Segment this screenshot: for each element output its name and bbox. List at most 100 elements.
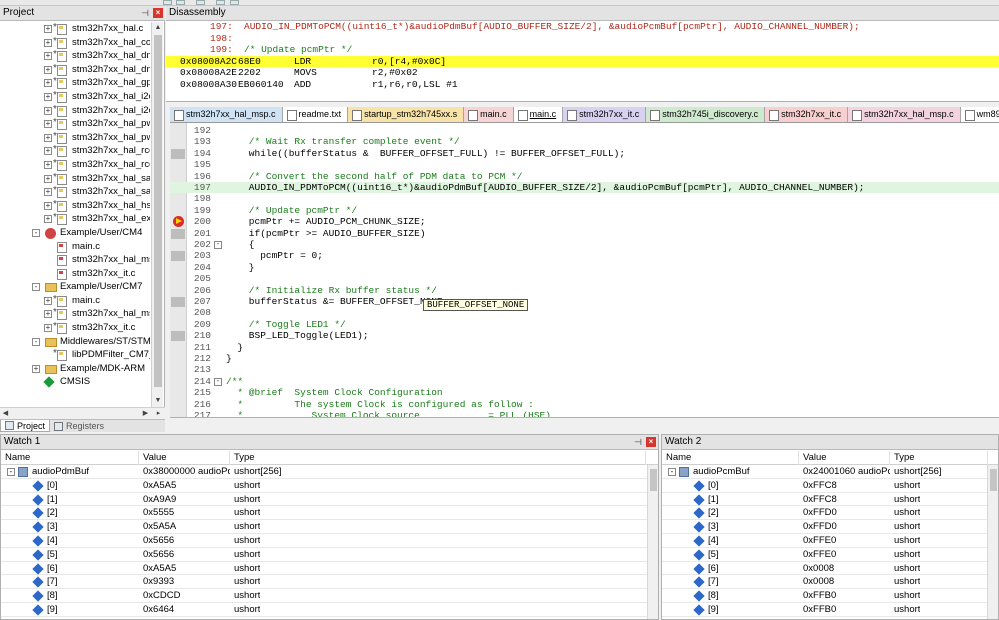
- collapse-icon[interactable]: -: [32, 337, 40, 346]
- watch-item-row[interactable]: [7] 0x9393 ushort: [1, 575, 658, 590]
- watch-item-row[interactable]: [5] 0x5656 ushort: [1, 548, 658, 562]
- expand-icon[interactable]: +: [44, 38, 52, 47]
- code-line[interactable]: 199 /* Update pcmPtr */: [170, 205, 999, 216]
- code-line[interactable]: 207 bufferStatus &= BUFFER_OFFSET_NONE;: [170, 296, 999, 307]
- watch-value[interactable]: 0x24001060 audioPcm...: [803, 465, 890, 479]
- scrollbar-thumb[interactable]: [154, 35, 162, 387]
- scroll-left-icon[interactable]: ◀: [0, 408, 11, 419]
- code-line[interactable]: 195: [170, 159, 999, 170]
- watch-item-row[interactable]: [5] 0xFFE0 ushort: [662, 548, 998, 562]
- watch-value[interactable]: 0xFFC8: [803, 479, 837, 493]
- expand-icon[interactable]: +: [44, 92, 52, 101]
- column-header-value[interactable]: Value: [139, 451, 230, 465]
- pin-icon[interactable]: ⊣: [633, 436, 643, 448]
- expand-icon[interactable]: +: [44, 174, 52, 183]
- code-line[interactable]: 205: [170, 273, 999, 284]
- tree-item[interactable]: + stm32h7xx_hal_i2c_ex: [0, 103, 150, 118]
- toolbar-button[interactable]: [230, 0, 239, 5]
- toolbar-button[interactable]: [216, 0, 225, 5]
- asm-line[interactable]: 0x08008A30 EB060140 ADD r1,r6,r0,LSL #1: [166, 79, 999, 91]
- expand-icon[interactable]: +: [32, 364, 40, 373]
- watch-value[interactable]: 0x9393: [143, 575, 174, 589]
- expand-icon[interactable]: +: [44, 201, 52, 210]
- watch-item-row[interactable]: [3] 0xFFD0 ushort: [662, 520, 998, 534]
- toolbar-button[interactable]: [196, 0, 205, 5]
- watch-item-row[interactable]: [1] 0xFFC8 ushort: [662, 493, 998, 507]
- collapse-icon[interactable]: -: [32, 283, 40, 292]
- tree-item[interactable]: + stm32h7xx_hal_sai.c: [0, 171, 150, 186]
- tree-item[interactable]: + stm32h7xx_hal_i2c.c: [0, 89, 150, 104]
- pin-icon[interactable]: ⊣: [140, 7, 150, 19]
- scroll-up-icon[interactable]: ▲: [152, 22, 164, 34]
- expand-icon[interactable]: +: [44, 106, 52, 115]
- fold-toggle-icon[interactable]: -: [214, 377, 222, 386]
- editor-tab[interactable]: stm32h7xx_it.c: [765, 107, 849, 122]
- code-line[interactable]: 217 * System Clock source = PLL (HSE): [170, 410, 999, 417]
- collapse-icon[interactable]: -: [7, 468, 15, 476]
- tree-item[interactable]: + stm32h7xx_hal.c: [0, 22, 150, 36]
- tree-item[interactable]: stm32h7xx_it.c: [0, 267, 150, 281]
- tree-item[interactable]: + stm32h7xx_it.c: [0, 320, 150, 335]
- tree-item[interactable]: + Example/MDK-ARM: [0, 362, 150, 376]
- watch-value[interactable]: 0xFFB0: [803, 603, 836, 617]
- watch-value[interactable]: 0xA5A5: [143, 562, 176, 576]
- watch-item-row[interactable]: [0] 0xFFC8 ushort: [662, 479, 998, 493]
- code-line[interactable]: 192: [170, 125, 999, 136]
- code-line[interactable]: 197 AUDIO_IN_PDMToPCM((uint16_t*)&audioP…: [170, 182, 999, 194]
- code-line[interactable]: 212}: [170, 353, 999, 364]
- watch-value[interactable]: 0xFFC8: [803, 493, 837, 507]
- watch2-scrollbar[interactable]: [987, 465, 998, 619]
- watch-item-row[interactable]: [6] 0xA5A5 ushort: [1, 562, 658, 576]
- toolbar-button[interactable]: [176, 0, 185, 5]
- expand-icon[interactable]: +: [44, 147, 52, 156]
- tree-item[interactable]: main.c: [0, 240, 150, 254]
- tab-registers[interactable]: Registers: [50, 420, 108, 432]
- code-line[interactable]: 213: [170, 364, 999, 375]
- watch-value[interactable]: 0xA5A5: [143, 479, 176, 493]
- tab-project[interactable]: Project: [0, 420, 51, 432]
- code-line[interactable]: 214-/**: [170, 376, 999, 387]
- watch-value[interactable]: 0x6464: [143, 603, 174, 617]
- expand-icon[interactable]: +: [44, 160, 52, 169]
- tree-item[interactable]: + stm32h7xx_hal_gpio.c: [0, 75, 150, 90]
- watch-value[interactable]: 0xFFE0: [803, 534, 836, 548]
- tree-item[interactable]: + stm32h7xx_hal_pwr.c: [0, 116, 150, 131]
- watch-value[interactable]: 0x5656: [143, 548, 174, 562]
- expand-icon[interactable]: +: [44, 215, 52, 224]
- watch-value[interactable]: 0xFFB0: [803, 589, 836, 603]
- tree-item[interactable]: + stm32h7xx_hal_sai_ex: [0, 184, 150, 199]
- column-header-type[interactable]: Type: [890, 451, 988, 465]
- tree-item[interactable]: stm32h7xx_hal_msp.c: [0, 253, 150, 267]
- tree-item[interactable]: + stm32h7xx_hal_msp.c: [0, 306, 150, 321]
- tree-item[interactable]: libPDMFilter_CM7_Ke: [0, 347, 150, 362]
- watch-value[interactable]: 0x5656: [143, 534, 174, 548]
- code-line[interactable]: 201 if(pcmPtr >= AUDIO_BUFFER_SIZE): [170, 228, 999, 239]
- watch-value[interactable]: 0x0008: [803, 575, 834, 589]
- code-line[interactable]: 203 pcmPtr = 0;: [170, 250, 999, 261]
- expand-icon[interactable]: +: [44, 310, 52, 319]
- expand-icon[interactable]: +: [44, 25, 52, 33]
- expand-icon[interactable]: +: [44, 65, 52, 74]
- expand-icon[interactable]: +: [44, 324, 52, 333]
- code-line[interactable]: 211 }: [170, 342, 999, 353]
- tree-item[interactable]: + stm32h7xx_hal_cortex: [0, 35, 150, 50]
- watch-value[interactable]: 0xCDCD: [143, 589, 180, 603]
- tree-item[interactable]: + stm32h7xx_hal_dma_e: [0, 62, 150, 77]
- watch-item-row[interactable]: [9] 0x6464 ushort: [1, 603, 658, 617]
- watch-value[interactable]: 0xFFE0: [803, 548, 836, 562]
- code-line[interactable]: 215 * @brief System Clock Configuration: [170, 387, 999, 398]
- watch-item-row[interactable]: [0] 0xA5A5 ushort: [1, 479, 658, 493]
- watch-value[interactable]: 0xFFD0: [803, 506, 837, 520]
- editor-tab[interactable]: startup_stm32h745xx.s: [348, 107, 465, 122]
- tree-item[interactable]: + stm32h7xx_hal_pwr_e: [0, 130, 150, 145]
- watch-item-row[interactable]: [8] 0xCDCD ushort: [1, 589, 658, 603]
- expand-icon[interactable]: +: [44, 120, 52, 129]
- editor-tab[interactable]: main.c: [464, 107, 514, 122]
- code-line[interactable]: 209 /* Toggle LED1 */: [170, 319, 999, 330]
- watch-value[interactable]: 0x5555: [143, 506, 174, 520]
- asm-line[interactable]: 0x08008A2C 68E0 LDR r0,[r4,#0x0C]: [166, 55, 999, 67]
- watch-item-row[interactable]: [7] 0x0008 ushort: [662, 575, 998, 590]
- tree-item[interactable]: + main.c: [0, 293, 150, 308]
- watch-item-row[interactable]: [6] 0x0008 ushort: [662, 562, 998, 576]
- editor-tab[interactable]: stm32h7xx_it.c: [563, 107, 647, 122]
